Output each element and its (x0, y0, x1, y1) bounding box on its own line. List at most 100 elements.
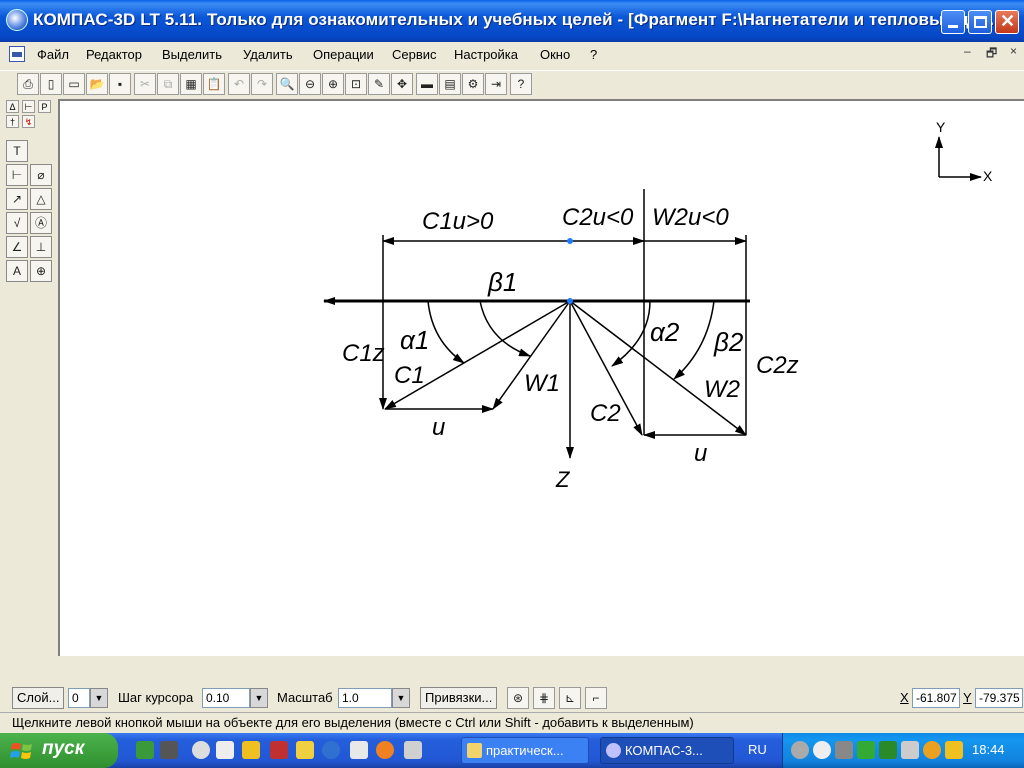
menu-service[interactable]: Сервис (392, 47, 437, 62)
tray-4-icon[interactable] (857, 741, 875, 759)
tray-3-icon[interactable] (835, 741, 853, 759)
copy-icon[interactable]: ⧉ (157, 73, 179, 95)
kompas-app-icon[interactable] (6, 9, 28, 31)
quicklaunch-9-icon[interactable] (350, 741, 368, 759)
redo-icon[interactable]: ↷ (251, 73, 273, 95)
angular-dim-icon[interactable]: △ (30, 188, 52, 210)
cut-icon[interactable]: ✂ (134, 73, 156, 95)
layer-button[interactable]: Слой... (12, 687, 65, 709)
pencil-icon[interactable]: ✎ (368, 73, 390, 95)
zoom-all-icon[interactable]: ⊡ (345, 73, 367, 95)
tray-7-icon[interactable] (923, 741, 941, 759)
close-button[interactable]: ✕ (995, 10, 1019, 34)
section-line-icon[interactable]: A (6, 260, 28, 282)
library-icon[interactable]: ⚙ (462, 73, 484, 95)
quicklaunch-4-icon[interactable] (216, 741, 234, 759)
menu-file[interactable]: Файл (37, 47, 69, 62)
scale-field[interactable]: 1.0 (338, 688, 392, 708)
tray-6-icon[interactable] (901, 741, 919, 759)
menu-help[interactable]: ? (590, 47, 597, 62)
layers-icon[interactable]: ▬ (416, 73, 438, 95)
document-icon[interactable] (9, 46, 25, 62)
language-indicator[interactable]: RU (748, 742, 767, 757)
pan-icon[interactable]: ✥ (391, 73, 413, 95)
tray-2-icon[interactable] (813, 741, 831, 759)
snaps-button[interactable]: Привязки... (420, 687, 498, 709)
edit-mode-icon[interactable]: † (6, 115, 19, 128)
undo-icon[interactable]: ↶ (228, 73, 250, 95)
snap-toggle-icon[interactable]: ⊛ (507, 687, 529, 709)
step-dropdown-icon[interactable]: ▼ (250, 688, 268, 708)
menu-operations[interactable]: Операции (313, 47, 374, 62)
tray-1-icon[interactable] (791, 741, 809, 759)
properties-icon[interactable]: ▤ (439, 73, 461, 95)
param-mode-icon[interactable]: P (38, 100, 51, 113)
menu-window[interactable]: Окно (540, 47, 570, 62)
geometry-mode-icon[interactable]: Δ (6, 100, 19, 113)
zoom-out-icon[interactable]: ⊖ (299, 73, 321, 95)
text-tool-icon[interactable]: T (6, 140, 28, 162)
maximize-button[interactable] (968, 10, 992, 34)
paste-icon[interactable]: 📋 (203, 73, 225, 95)
tolerance-icon[interactable]: ⊥ (30, 236, 52, 258)
zoom-in-icon[interactable]: ⊕ (322, 73, 344, 95)
tray-5-icon[interactable] (879, 741, 897, 759)
menu-editor[interactable]: Редактор (86, 47, 142, 62)
menu-settings[interactable]: Настройка (454, 47, 518, 62)
diameter-dim-icon[interactable]: ⌀ (30, 164, 52, 186)
center-mark-icon[interactable]: ⊕ (30, 260, 52, 282)
alpha2-label: α2 (650, 317, 680, 347)
save-icon[interactable]: ▪ (109, 73, 131, 95)
radial-dim-icon[interactable]: ↗ (6, 188, 28, 210)
local-cs-icon[interactable]: ⊾ (559, 687, 581, 709)
w1-label: W1 (524, 370, 560, 397)
beta2-label: β2 (713, 327, 744, 357)
new-doc-icon[interactable]: ▯ (40, 73, 62, 95)
new-fragment-icon[interactable]: ▭ (63, 73, 85, 95)
measure-mode-icon[interactable]: ↯ (22, 115, 35, 128)
quicklaunch-1-icon[interactable] (136, 741, 154, 759)
tray-8-icon[interactable] (945, 741, 963, 759)
clock[interactable]: 18:44 (972, 742, 1005, 757)
quicklaunch-3-icon[interactable] (192, 741, 210, 759)
roughness-icon[interactable]: √ (6, 212, 28, 234)
quicklaunch-6-icon[interactable] (270, 741, 288, 759)
mdi-restore-button[interactable]: 🗗 (986, 44, 997, 65)
y-coord-field[interactable]: -79.375 (975, 688, 1023, 708)
calculator-icon[interactable]: ▦ (180, 73, 202, 95)
quicklaunch-11-icon[interactable] (404, 741, 422, 759)
export-icon[interactable]: ⇥ (485, 73, 507, 95)
scale-dropdown-icon[interactable]: ▼ (392, 688, 410, 708)
dimension-mode-icon[interactable]: ⊢ (22, 100, 35, 113)
open-icon[interactable]: 📂 (86, 73, 108, 95)
quicklaunch-2-icon[interactable] (160, 741, 178, 759)
linear-dim-icon[interactable]: ⊢ (6, 164, 28, 186)
c2-label: C2 (590, 400, 621, 427)
minimize-button[interactable] (941, 10, 965, 34)
task-kompas[interactable]: КОМПАС-3... (600, 737, 734, 764)
grid-icon[interactable]: ⋕ (533, 687, 555, 709)
task-kompas-label: КОМПАС-3... (625, 743, 703, 758)
leader-line-icon[interactable]: ∠ (6, 236, 28, 258)
layer-dropdown-icon[interactable]: ▼ (90, 688, 108, 708)
help-icon[interactable]: ? (510, 73, 532, 95)
quicklaunch-5-icon[interactable] (242, 741, 260, 759)
x-coord-field[interactable]: -61.807 (912, 688, 960, 708)
start-button[interactable]: пуск (0, 733, 118, 768)
title-bar[interactable]: КОМПАС-3D LT 5.11. Только для ознакомите… (0, 0, 1024, 42)
zoom-window-icon[interactable]: 🔍 (276, 73, 298, 95)
mdi-minimize-button[interactable]: – (964, 44, 971, 58)
task-practical[interactable]: практическ... (461, 737, 589, 764)
quicklaunch-7-icon[interactable] (296, 741, 314, 759)
step-field[interactable]: 0.10 (202, 688, 250, 708)
ie-icon[interactable] (322, 741, 340, 759)
ortho-mode-icon[interactable]: ⌐ (585, 687, 607, 709)
drawing-canvas[interactable]: Y X Z C1u>0 C2u<0 W2u<0 C1z α1 β1 C1 W1 … (58, 99, 1024, 656)
mdi-close-button[interactable]: × (1010, 44, 1017, 58)
menu-delete[interactable]: Удалить (243, 47, 293, 62)
base-mark-icon[interactable]: Ⓐ (30, 212, 52, 234)
media-player-icon[interactable] (376, 741, 394, 759)
layer-field[interactable]: 0 (68, 688, 90, 708)
print-preview-icon[interactable]: ⎙ (17, 73, 39, 95)
menu-select[interactable]: Выделить (162, 47, 222, 62)
